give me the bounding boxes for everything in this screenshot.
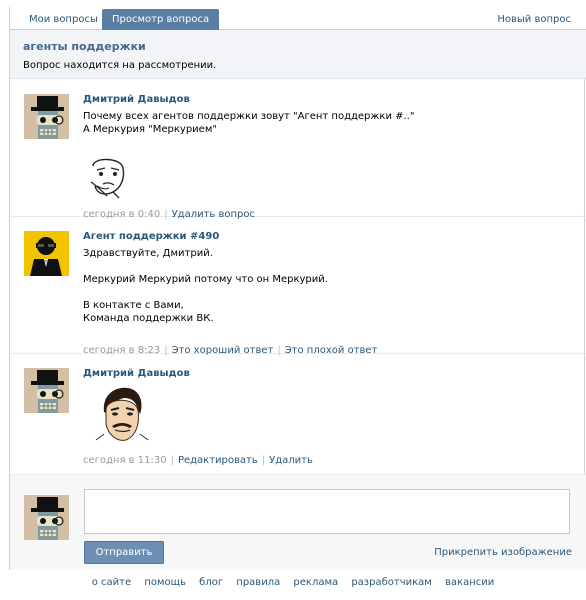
- mercury-meme-face-icon: [94, 384, 150, 444]
- robot-bender-avatar-icon[interactable]: [24, 94, 69, 139]
- meta-separator: |: [170, 455, 174, 466]
- meta-separator: |: [261, 455, 266, 466]
- footer-link-blog[interactable]: блог: [199, 577, 223, 588]
- footer-link-about[interactable]: о сайте: [92, 577, 131, 588]
- question-title: агенты поддержки: [23, 40, 146, 53]
- support-question-panel: Мои вопросы Просмотр вопроса Новый вопро…: [9, 7, 586, 570]
- agent-in-black-avatar-icon[interactable]: [24, 231, 69, 276]
- delete-link[interactable]: Удалить: [269, 455, 313, 466]
- footer-links: о сайте помощь блог правила реклама разр…: [0, 577, 586, 588]
- answer-post: Агент поддержки #490 Здравствуйте, Дмитр…: [10, 217, 586, 356]
- footer-link-rules[interactable]: правила: [236, 577, 280, 588]
- author-name[interactable]: Агент поддержки #490: [83, 231, 219, 242]
- question-post: Дмитрий Давыдов Почему всех агентов подд…: [10, 80, 586, 220]
- post-line: [83, 260, 328, 273]
- question-status: Вопрос находится на рассмотрении.: [23, 60, 217, 71]
- post-line: А Меркурия "Меркурием": [83, 124, 217, 135]
- robot-bender-avatar-icon[interactable]: [24, 368, 69, 413]
- tab-my-questions[interactable]: Мои вопросы: [20, 9, 107, 30]
- post-line: Почему всех агентов поддержки зовут "Аге…: [83, 111, 415, 122]
- footer-link-jobs[interactable]: вакансии: [445, 577, 494, 588]
- tab-new-question[interactable]: Новый вопрос: [488, 9, 580, 30]
- footer-link-developers[interactable]: разработчикам: [351, 577, 432, 588]
- footer-link-help[interactable]: помощь: [144, 577, 186, 588]
- question-header: агенты поддержки Вопрос находится на рас…: [10, 30, 586, 79]
- robot-bender-avatar-icon: [24, 495, 69, 540]
- author-name[interactable]: Дмитрий Давыдов: [83, 368, 190, 379]
- post-text: Здравствуйте, Дмитрий. Меркурий Меркурий…: [83, 247, 328, 325]
- thinking-meme-face-icon: [83, 152, 131, 200]
- edit-link[interactable]: Редактировать: [178, 455, 258, 466]
- post-line: Команда поддержки ВК.: [83, 313, 214, 324]
- tab-bar: Мои вопросы Просмотр вопроса Новый вопро…: [10, 7, 586, 30]
- post-text: Почему всех агентов поддержки зовут "Аге…: [83, 110, 414, 136]
- footer-link-ads[interactable]: реклама: [293, 577, 338, 588]
- author-name[interactable]: Дмитрий Давыдов: [83, 94, 190, 105]
- attach-image-link[interactable]: Прикрепить изображение: [434, 547, 572, 558]
- tab-view-question[interactable]: Просмотр вопроса: [102, 9, 220, 30]
- post-line: В контакте с Вами,: [83, 300, 184, 311]
- question-post: Дмитрий Давыдов сегодня в 11:30 | Редактир…: [10, 354, 586, 475]
- post-line: Здравствуйте, Дмитрий.: [83, 248, 213, 259]
- reply-area: Отправить Прикрепить изображение: [10, 475, 586, 570]
- send-button[interactable]: Отправить: [84, 541, 164, 564]
- post-time: сегодня в 11:30: [83, 455, 167, 466]
- post-meta: сегодня в 11:30 | Редактировать | Удалить: [83, 455, 313, 466]
- post-line: Меркурий Меркурий потому что он Меркурий…: [83, 274, 328, 285]
- reply-textarea[interactable]: [84, 489, 570, 534]
- post-line: [83, 286, 328, 299]
